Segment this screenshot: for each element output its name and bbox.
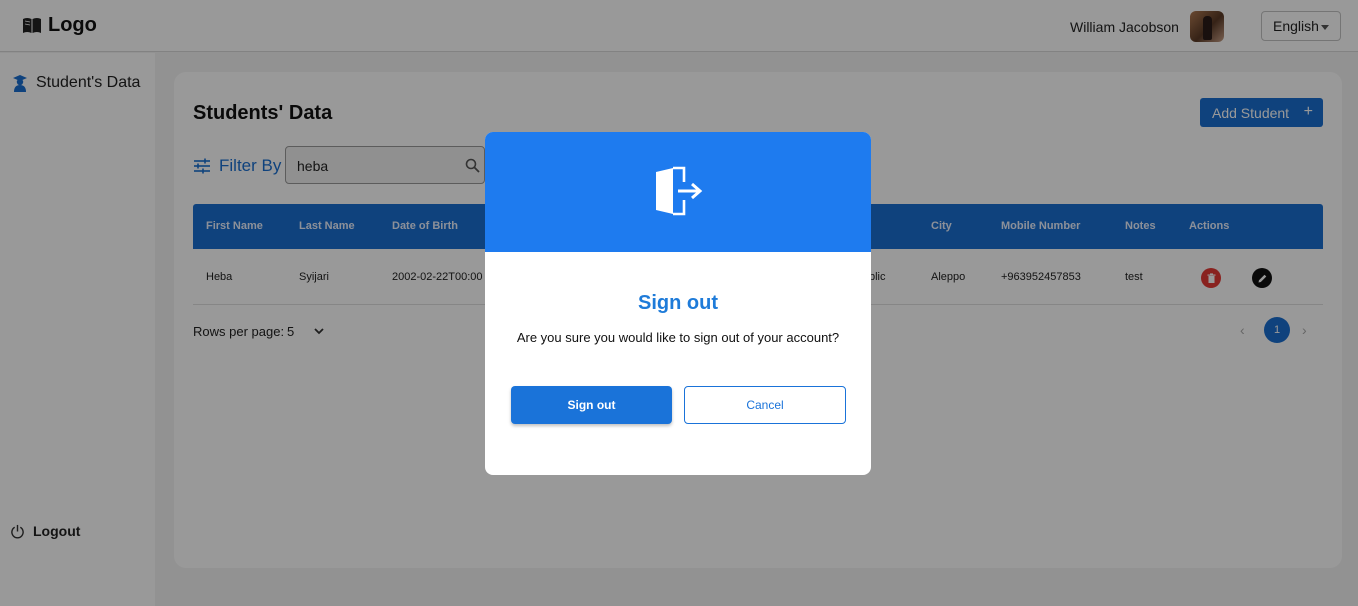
confirm-sign-out-button[interactable]: Sign out <box>511 386 672 424</box>
sign-out-dialog: Sign out Are you sure you would like to … <box>485 132 871 475</box>
sign-out-door-icon <box>656 166 703 216</box>
dialog-message: Are you sure you would like to sign out … <box>516 330 840 345</box>
cancel-button[interactable]: Cancel <box>684 386 846 424</box>
dialog-header <box>485 132 871 252</box>
dialog-title: Sign out <box>638 292 718 314</box>
